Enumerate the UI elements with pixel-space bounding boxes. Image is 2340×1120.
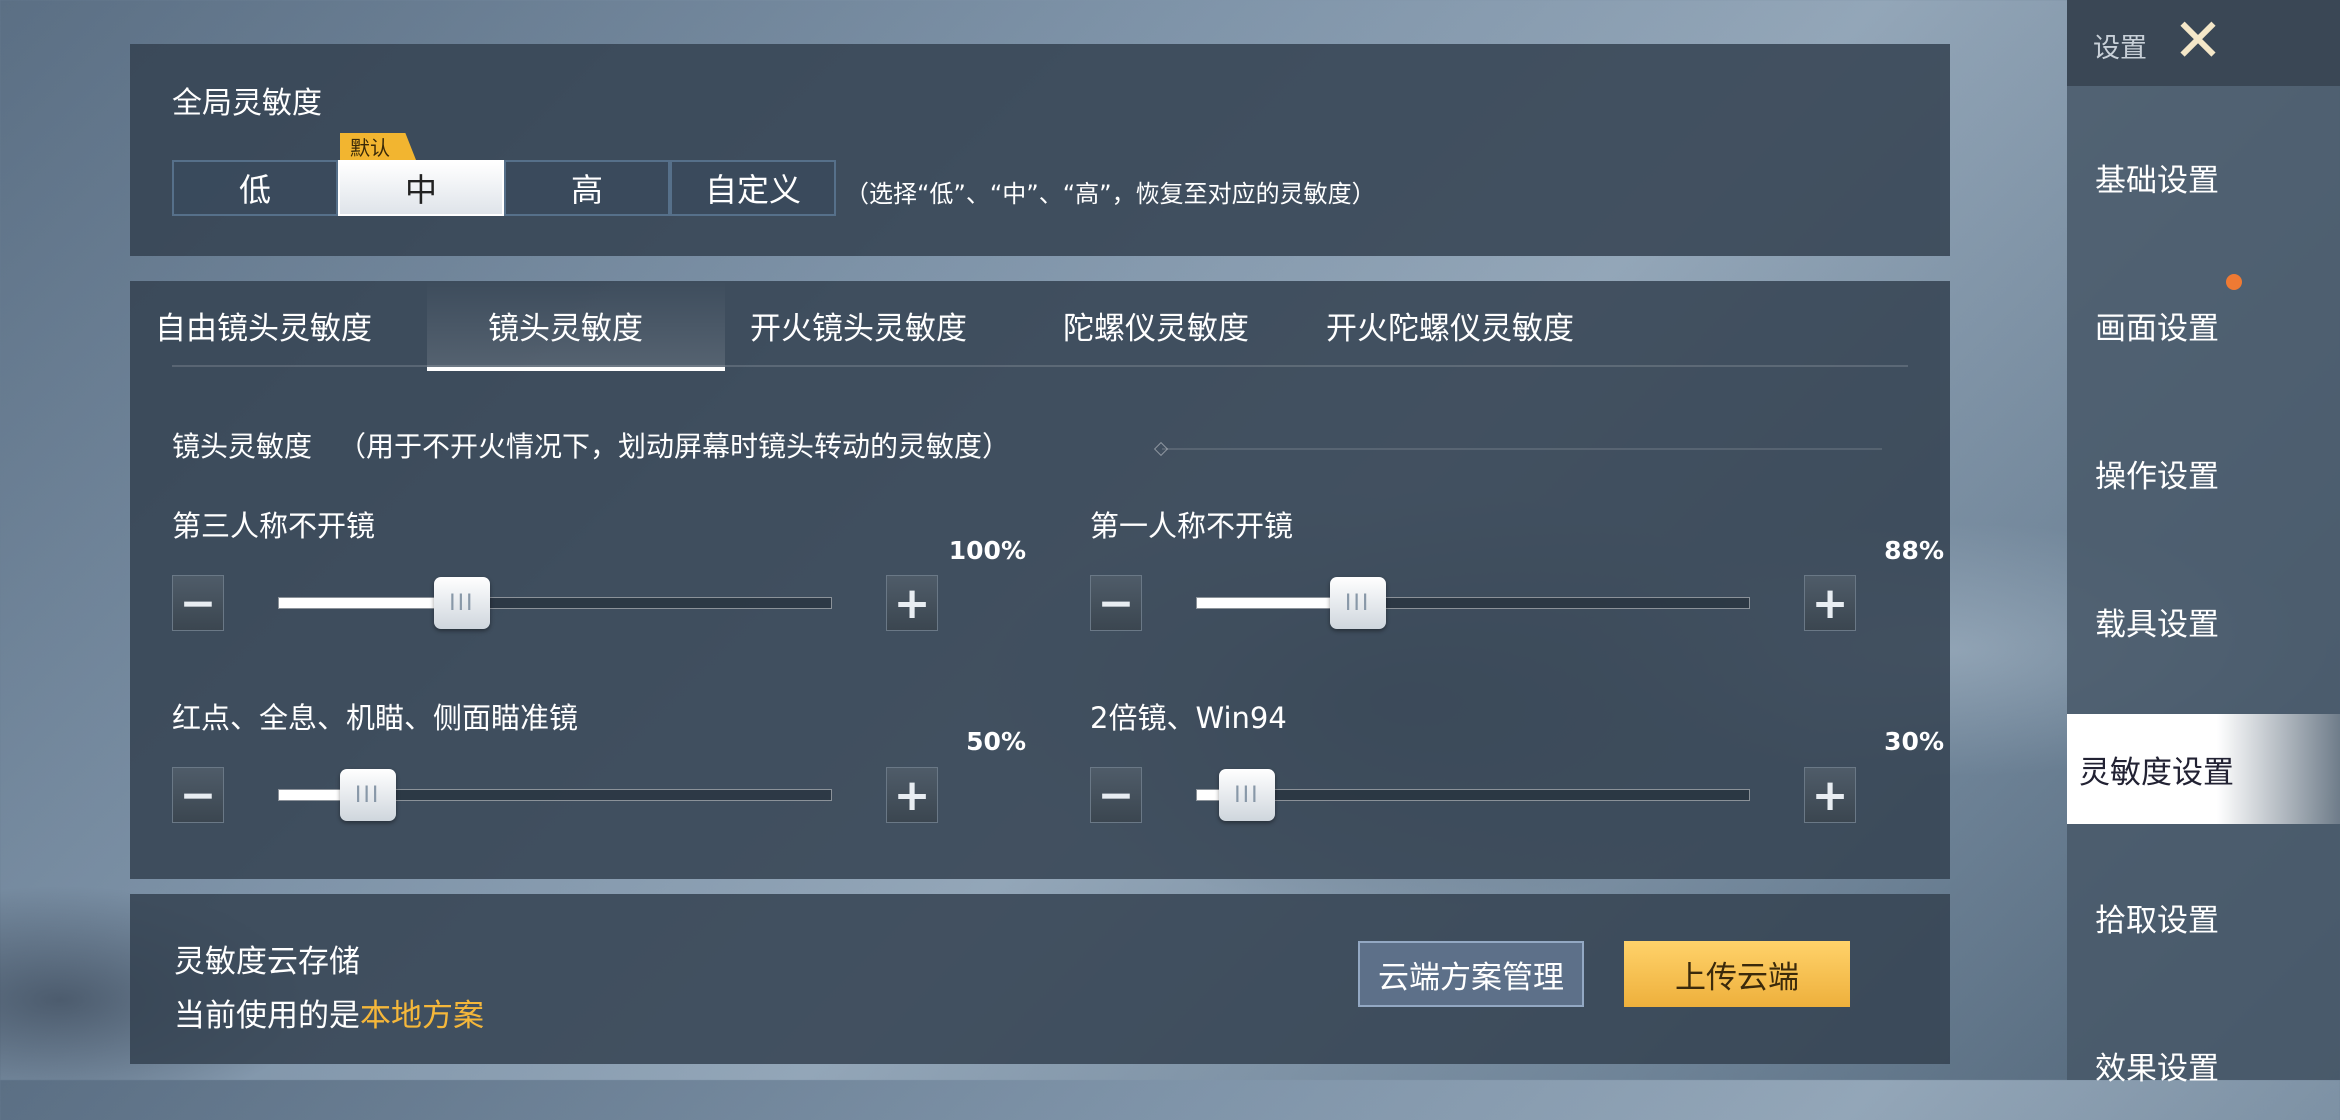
current-scheme-prefix: 当前使用的是 [174,998,360,1034]
tab-free-camera[interactable]: 自由镜头灵敏度 [155,303,372,348]
camera-sensitivity-panel: 自由镜头灵敏度 镜头灵敏度 开火镜头灵敏度 陀螺仪灵敏度 开火陀螺仪灵敏度 镜头… [130,281,1950,879]
cloud-scheme-manage-button[interactable]: 云端方案管理 [1358,941,1584,1007]
slider-value-2x-scope: 30% [1884,727,1944,756]
preset-custom-button[interactable]: 自定义 [670,160,836,216]
preset-hint: （选择“低”、“中”、“高”，恢复至对应的灵敏度） [845,180,1376,208]
settings-title: 设置 [2093,33,2147,64]
global-sensitivity-panel: 全局灵敏度 低 中 高 自定义 默认 （选择“低”、“中”、“高”，恢复至对应的… [130,44,1950,256]
slider-third-person[interactable]: III [278,577,832,629]
close-icon[interactable]: ✕ [2169,11,2227,71]
decrease-button[interactable]: − [172,575,224,631]
increase-button[interactable]: + [1804,767,1856,823]
sidebar-item-sensitivity[interactable]: 灵敏度设置 [2067,714,2340,824]
slider-label-third-person: 第三人称不开镜 [172,509,376,543]
increase-button[interactable]: + [886,575,938,631]
cloud-storage-panel: 灵敏度云存储 当前使用的是本地方案 云端方案管理 上传云端 [130,894,1950,1064]
slider-value-red-dot: 50% [966,727,1026,756]
sidebar-item-graphics[interactable]: 画面设置 [2067,270,2340,380]
sidebar-item-controls[interactable]: 操作设置 [2067,418,2340,528]
global-sensitivity-title: 全局灵敏度 [172,86,322,121]
current-scheme-name: 本地方案 [360,998,484,1034]
slider-2x-scope[interactable]: III [1196,769,1750,821]
decrease-button[interactable]: − [1090,575,1142,631]
slider-red-dot[interactable]: III [278,769,832,821]
slider-thumb[interactable]: III [433,577,490,629]
slider-value-first-person: 88% [1884,536,1944,565]
preset-medium-button[interactable]: 中 [338,160,504,216]
cloud-storage-title: 灵敏度云存储 [174,944,360,980]
sidebar-header: 设置 ✕ [2067,0,2340,86]
section-title-text: 镜头灵敏度 [172,430,313,463]
increase-button[interactable]: + [1804,575,1856,631]
tab-fire-gyroscope[interactable]: 开火陀螺仪灵敏度 [1326,303,1574,348]
sidebar-item-vehicle[interactable]: 载具设置 [2067,566,2340,676]
tab-fire-camera[interactable]: 开火镜头灵敏度 [750,303,967,348]
sidebar-item-effects[interactable]: 效果设置 [2067,1010,2340,1120]
current-scheme-text: 当前使用的是本地方案 [174,990,484,1035]
notification-dot [2226,274,2242,290]
increase-button[interactable]: + [886,767,938,823]
section-title: 镜头灵敏度 （用于不开火情况下，划动屏幕时镜头转动的灵敏度） [172,425,1010,465]
slider-first-person[interactable]: III [1196,577,1750,629]
slider-label-first-person: 第一人称不开镜 [1090,509,1294,543]
sidebar-item-pickup[interactable]: 拾取设置 [2067,862,2340,972]
slider-label-red-dot: 红点、全息、机瞄、侧面瞄准镜 [172,701,579,735]
sidebar-item-basic[interactable]: 基础设置 [2067,122,2340,232]
section-divider [1162,448,1882,450]
upload-cloud-button[interactable]: 上传云端 [1624,941,1850,1007]
slider-label-2x-scope: 2倍镜、Win94 [1090,701,1287,735]
slider-thumb[interactable]: III [1329,577,1386,629]
decrease-button[interactable]: − [1090,767,1142,823]
slider-thumb[interactable]: III [339,769,396,821]
slider-thumb[interactable]: III [1218,769,1275,821]
tab-gyroscope[interactable]: 陀螺仪灵敏度 [1063,303,1249,348]
settings-sidebar: 设置 ✕ 基础设置 画面设置 操作设置 载具设置 灵敏度设置 拾取设置 效果设置 [2067,0,2340,1087]
tab-camera[interactable]: 镜头灵敏度 [488,303,643,348]
decrease-button[interactable]: − [172,767,224,823]
preset-high-button[interactable]: 高 [504,160,670,216]
preset-low-button[interactable]: 低 [172,160,338,216]
tab-divider [172,365,1908,367]
default-tag: 默认 [340,133,416,160]
section-description: （用于不开火情况下，划动屏幕时镜头转动的灵敏度） [338,430,1011,463]
slider-value-third-person: 100% [948,536,1026,565]
